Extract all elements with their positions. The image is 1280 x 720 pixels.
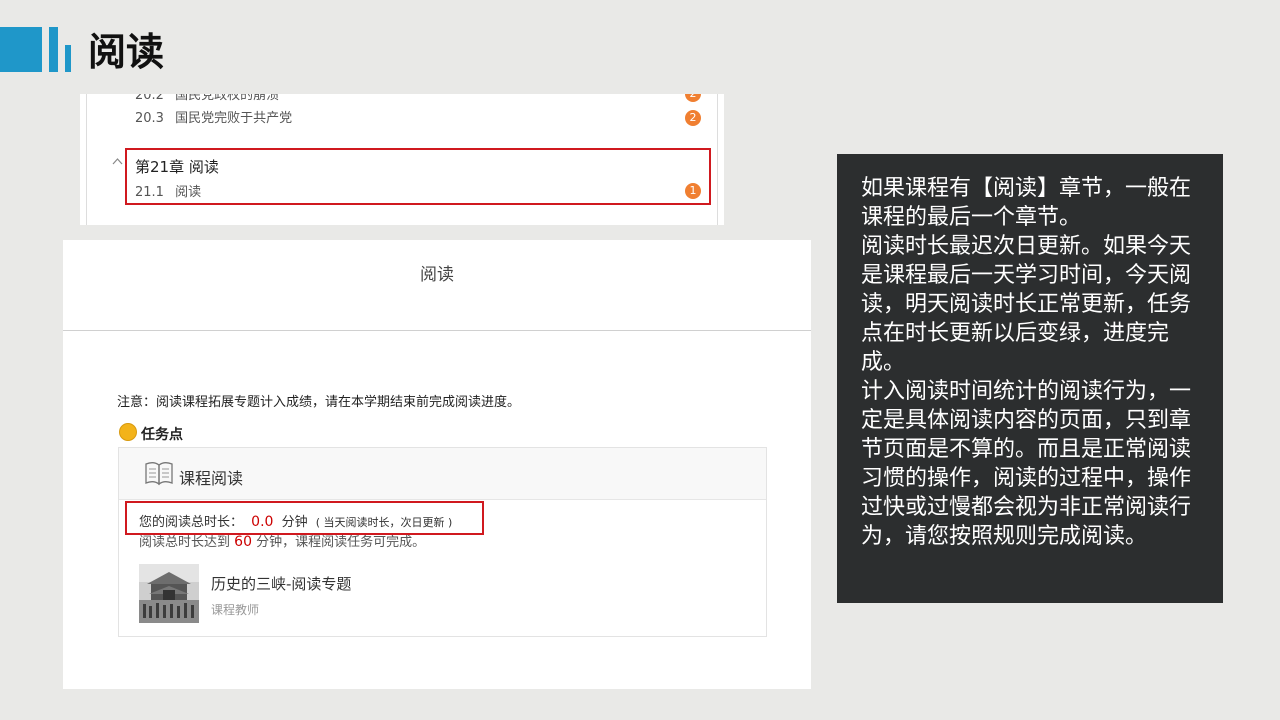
section-number: 20.2 [135, 94, 164, 103]
chevron-up-icon[interactable] [112, 154, 123, 168]
chapter-title[interactable]: 第21章 阅读 [135, 156, 219, 177]
section-number: 20.3 [135, 111, 164, 126]
requirement-suffix: 分钟，课程阅读任务可完成。 [256, 535, 426, 550]
info-paragraph: 阅读时长最迟次日更新。如果今天是课程最后一天学习时间，今天阅读，明天阅读时长正常… [861, 234, 1192, 375]
task-point-label: 任务点 [141, 427, 183, 443]
reading-page-screenshot: 阅读 注意：阅读课程拓展专题计入成绩，请在本学期结束前完成阅读进度。 任务点 课… [63, 240, 811, 689]
task-count-badge: 2 [685, 94, 701, 102]
divider [86, 94, 87, 225]
card-header: 课程阅读 [119, 448, 766, 500]
total-time-value: 0.0 [251, 514, 274, 530]
book-teacher: 课程教师 [211, 603, 260, 617]
card-title: 课程阅读 [179, 469, 244, 488]
page-title: 阅读 [420, 265, 454, 285]
book-cover-image[interactable] [139, 564, 199, 623]
requirement-value: 60 [234, 534, 252, 550]
section-title: 国民党完败于共产党 [175, 111, 293, 126]
notice-text: 注意：阅读课程拓展专题计入成绩，请在本学期结束前完成阅读进度。 [117, 395, 521, 410]
slide-title: 阅读 [88, 30, 165, 74]
section-title: 国民党政权的崩溃 [175, 94, 280, 103]
title-accent-bar [49, 27, 58, 72]
requirement-prefix: 阅读总时长达到 [139, 535, 231, 550]
title-accent-bar [65, 45, 71, 72]
chapter-list-screenshot: 20.2 国民党政权的崩溃 2 20.3 国民党完败于共产党 2 第21章 阅读… [80, 94, 724, 225]
total-time-note: ( 当天阅读时长，次日更新 ) [315, 516, 453, 529]
task-count-badge: 1 [685, 183, 701, 199]
section-row[interactable]: 21.1 阅读 [135, 181, 201, 200]
section-row[interactable]: 20.3 国民党完败于共产党 [135, 107, 292, 126]
book-title-link[interactable]: 历史的三峡-阅读专题 [211, 573, 351, 594]
course-reading-card: 课程阅读 阅读总时长达到 60 分钟，课程阅读任务可完成。 您的阅读总时长： 0… [118, 447, 767, 637]
total-time-label: 您的阅读总时长： [139, 515, 244, 530]
section-number: 21.1 [135, 185, 164, 200]
section-title: 阅读 [175, 185, 202, 200]
title-accent-bar [0, 27, 42, 72]
task-point-icon [119, 423, 137, 441]
divider [717, 94, 718, 225]
total-reading-time: 您的阅读总时长： 0.0 分钟 ( 当天阅读时长，次日更新 ) [139, 511, 452, 530]
info-paragraph: 计入阅读时间统计的阅读行为，一定是具体阅读内容的页面，只到章节页面是不算的。而且… [861, 379, 1192, 549]
info-panel: 如果课程有【阅读】章节，一般在课程的最后一个章节。 阅读时长最迟次日更新。如果今… [837, 154, 1223, 603]
highlight-box: 您的阅读总时长： 0.0 分钟 ( 当天阅读时长，次日更新 ) [125, 501, 484, 535]
total-time-unit: 分钟 [281, 515, 308, 530]
section-row[interactable]: 20.2 国民党政权的崩溃 [135, 94, 279, 103]
open-book-icon [144, 460, 174, 490]
divider [63, 330, 811, 331]
info-paragraph: 如果课程有【阅读】章节，一般在课程的最后一个章节。 [861, 176, 1192, 230]
task-count-badge: 2 [685, 110, 701, 126]
